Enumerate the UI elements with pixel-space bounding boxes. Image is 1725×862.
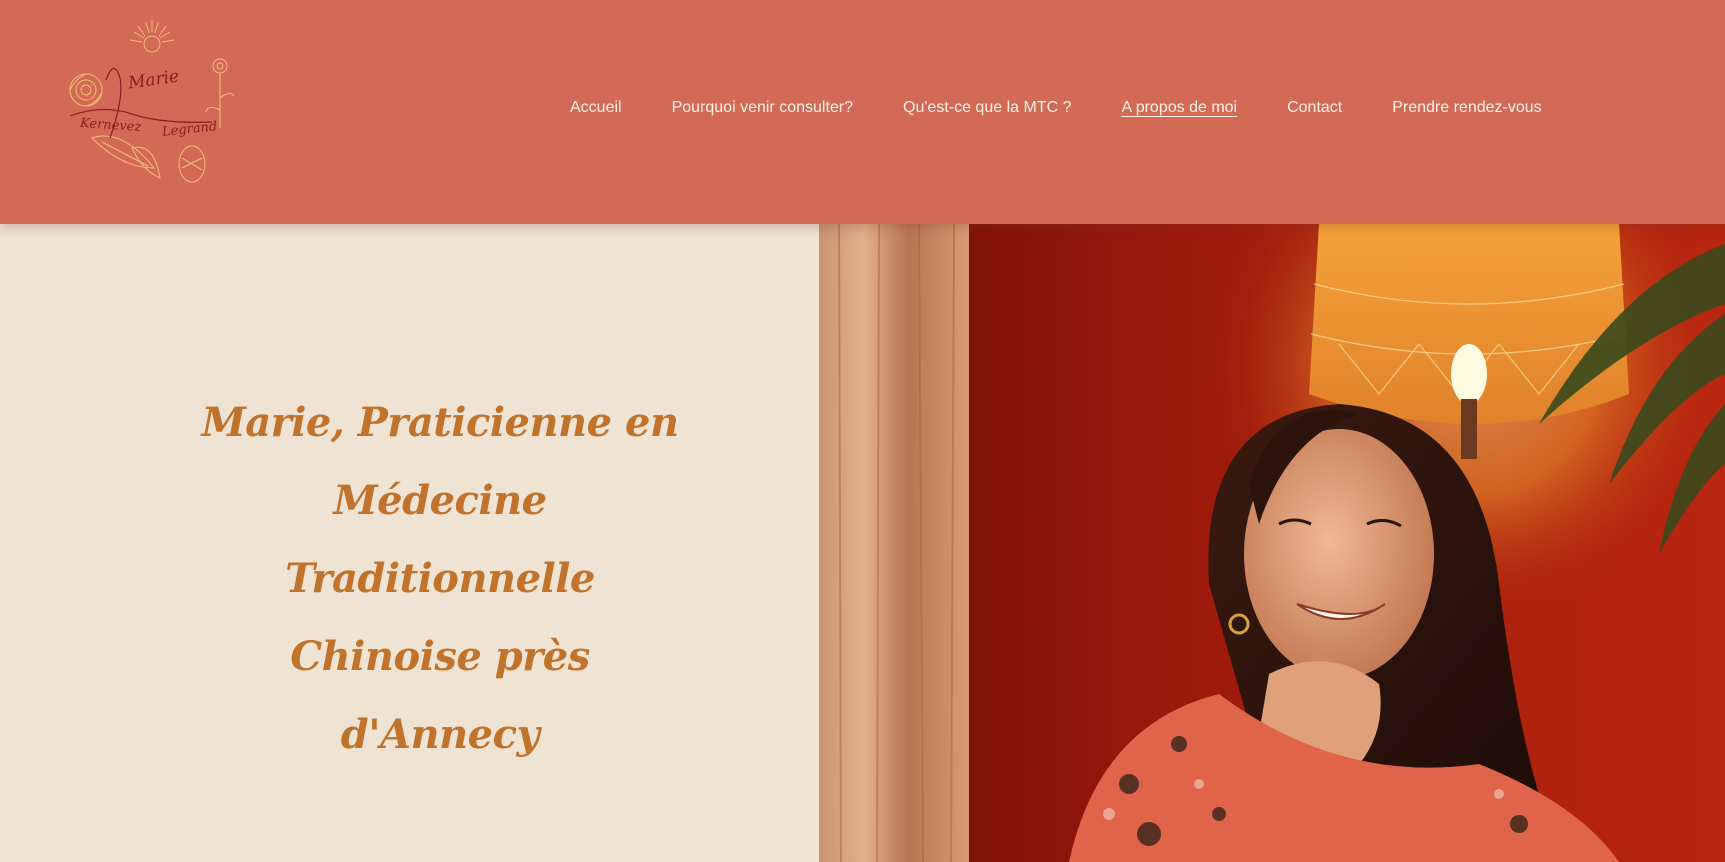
hero-text-panel: Marie, Praticienne en Médecine Tradition… [0, 224, 819, 862]
nav-item-prendre-rendez-vous[interactable]: Prendre rendez-vous [1392, 99, 1541, 117]
nav-item-contact[interactable]: Contact [1287, 99, 1342, 117]
nav-item-a-propos[interactable]: A propos de moi [1121, 99, 1237, 117]
portrait-photo-image [819, 224, 1725, 862]
nav-item-mtc[interactable]: Qu'est-ce que la MTC ? [903, 99, 1071, 117]
hero-title-line-1: Marie, Praticienne en [201, 399, 679, 446]
nav-item-pourquoi-venir-consulter[interactable]: Pourquoi venir consulter? [672, 99, 853, 117]
site-header: Marie Kernevez Legrand Accueil Pourquoi … [0, 0, 1725, 224]
nav-item-accueil[interactable]: Accueil [570, 99, 622, 117]
hero-portrait-photo [819, 224, 1725, 862]
hero-title-line-3: Chinoise près d'Annecy [290, 633, 590, 758]
site-logo[interactable]: Marie Kernevez Legrand [62, 18, 240, 198]
floral-logo-icon [69, 20, 235, 183]
main-nav: Accueil Pourquoi venir consulter? Qu'est… [570, 96, 1542, 120]
hero-title: Marie, Praticienne en Médecine Tradition… [200, 384, 680, 774]
hero-title-line-2: Médecine Traditionnelle [285, 477, 595, 602]
